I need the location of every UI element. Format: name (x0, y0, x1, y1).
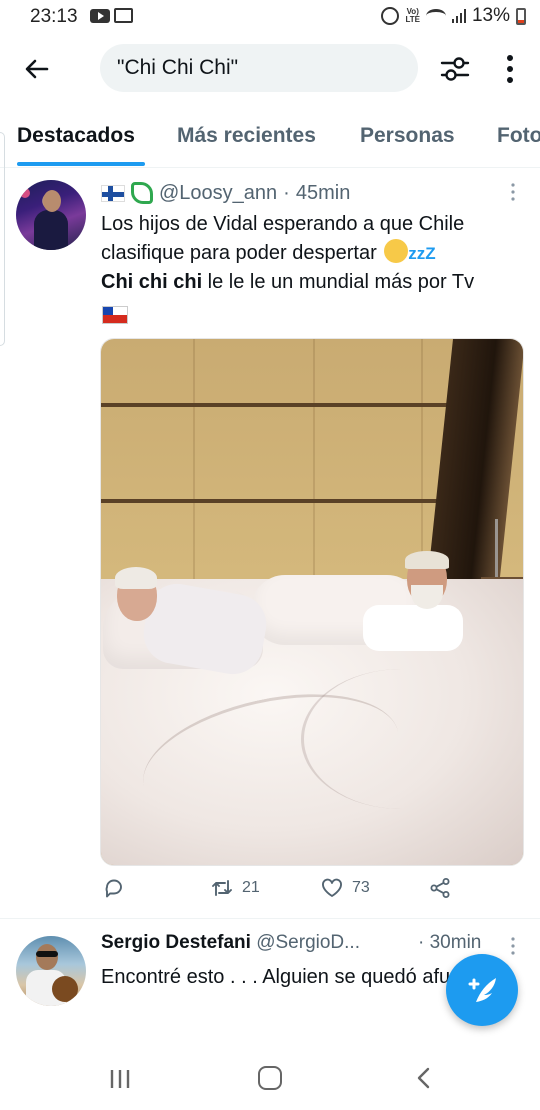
battery-percent: 13% (471, 5, 510, 26)
status-time: 23:13 (30, 6, 78, 27)
avatar[interactable] (16, 180, 86, 250)
tweet-handle[interactable]: @Loosy_ann (159, 182, 277, 205)
tweet-actions: 21 73 (100, 876, 524, 910)
like-count: 73 (352, 879, 370, 896)
heart-icon (322, 878, 342, 897)
status-bar: 23:13 Vo) LTE 13% (0, 0, 540, 34)
volte-icon: Vo) LTE (405, 7, 420, 24)
home-button[interactable] (258, 1066, 282, 1090)
reply-button[interactable] (102, 876, 126, 900)
tweet-photo[interactable] (100, 338, 524, 866)
tweet-menu-button[interactable] (506, 182, 520, 202)
tab-mas-recientes[interactable]: Más recientes (177, 124, 316, 148)
tab-fotos[interactable]: Fotos (497, 124, 540, 148)
tweet-author-name[interactable]: Sergio Destefani (101, 932, 251, 953)
active-tab-indicator (17, 162, 145, 166)
tab-destacados[interactable]: Destacados (17, 124, 135, 148)
wifi-icon (425, 9, 446, 23)
recent-apps-icon (110, 1070, 130, 1088)
youtube-notification-icon (90, 9, 110, 23)
retweet-icon (212, 880, 232, 896)
tweet-menu-button[interactable] (506, 936, 520, 956)
like-button[interactable]: 73 (320, 876, 370, 900)
reply-icon (105, 879, 122, 898)
edge-panel-handle[interactable] (0, 132, 5, 346)
system-back-button[interactable] (412, 1066, 436, 1090)
tweet-divider (0, 918, 540, 919)
tweet-time[interactable]: 30min (430, 932, 482, 953)
more-vertical-icon (511, 183, 515, 201)
signal-icon (451, 9, 466, 23)
more-vertical-icon (507, 55, 513, 83)
search-tabs: Destacados Más recientes Personas Fotos (0, 112, 540, 168)
finland-flag-icon (101, 184, 125, 202)
leaf-icon (131, 182, 153, 204)
more-vertical-icon (511, 937, 515, 955)
avatar[interactable] (16, 936, 86, 1006)
battery-icon (516, 7, 526, 25)
share-button[interactable] (428, 876, 452, 900)
arrow-left-icon (25, 59, 49, 79)
search-header: "Chi Chi Chi" (0, 40, 540, 98)
search-input[interactable]: "Chi Chi Chi" (100, 44, 418, 92)
chile-flag-icon (102, 306, 128, 324)
retweet-button[interactable]: 21 (210, 876, 260, 900)
tweet-separator: · (283, 181, 290, 204)
tweet-header: Sergio Destefani @SergioD... (101, 932, 360, 958)
compose-feather-icon (468, 978, 496, 1002)
alarm-icon (381, 7, 400, 25)
tweet-text: Encontré esto . . . Alguien se quedó afu… (101, 966, 485, 988)
system-navigation-bar (0, 1050, 540, 1110)
tweet-time[interactable]: 45min (296, 182, 350, 205)
chevron-left-icon (417, 1067, 430, 1089)
back-button[interactable] (20, 52, 54, 86)
tweet-header: @Loosy_ann · 45min (101, 180, 350, 206)
sliders-icon (440, 57, 470, 81)
overflow-menu-button[interactable] (496, 52, 524, 86)
tweet-text-bold: Chi chi chi (101, 271, 203, 293)
recent-apps-button[interactable] (108, 1068, 132, 1090)
tweet-text: Los hijos de Vidal esperando a que Chile… (101, 213, 475, 293)
status-right-icons: Vo) LTE 13% (381, 5, 526, 27)
tweet-handle[interactable]: @SergioD... (256, 932, 360, 953)
tweet-time-group: · 30min (418, 932, 481, 954)
search-filter-button[interactable] (438, 52, 472, 86)
tab-personas[interactable]: Personas (360, 124, 455, 148)
mail-notification-icon (114, 8, 133, 23)
retweet-count: 21 (242, 879, 260, 896)
sleeping-face-icon (384, 239, 409, 263)
share-icon (430, 878, 450, 898)
compose-tweet-button[interactable] (446, 954, 518, 1026)
tweet-separator: · (418, 932, 425, 953)
